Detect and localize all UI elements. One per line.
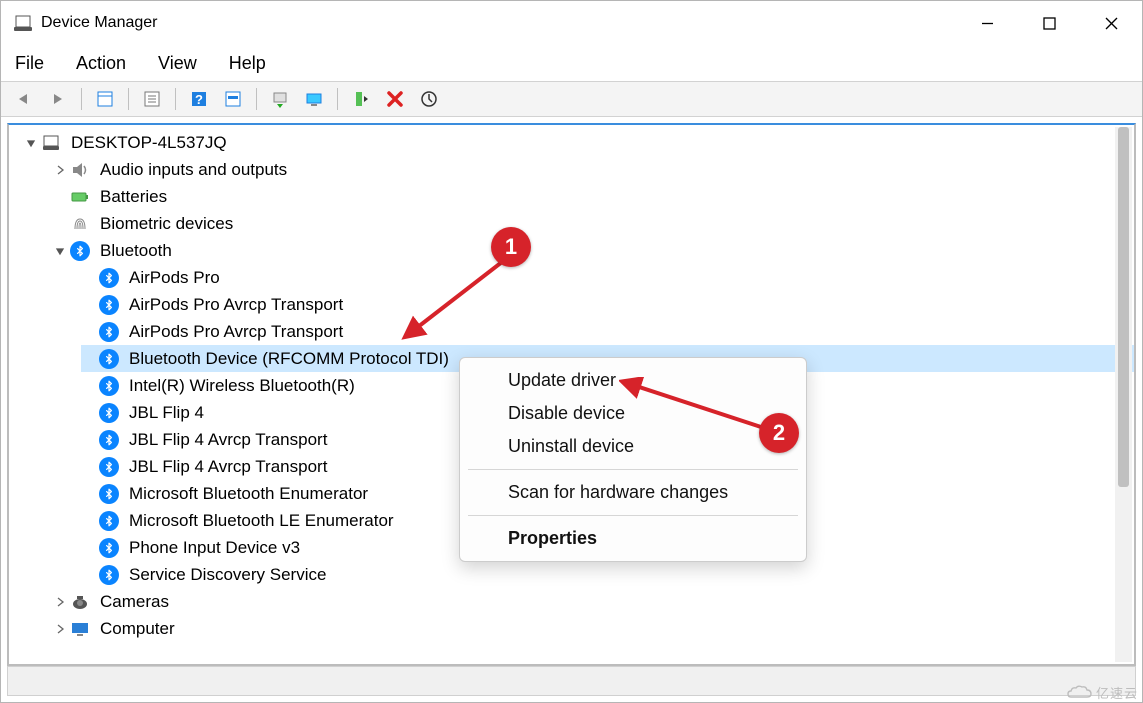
ctx-scan-hardware[interactable]: Scan for hardware changes <box>460 476 806 509</box>
computer-icon <box>41 133 61 153</box>
bluetooth-icon <box>99 322 119 342</box>
device-label: AirPods Pro Avrcp Transport <box>127 318 345 345</box>
camera-icon <box>70 592 90 612</box>
vertical-scrollbar[interactable] <box>1115 127 1132 662</box>
device-label: AirPods Pro Avrcp Transport <box>127 291 345 318</box>
category-audio[interactable]: Audio inputs and outputs <box>52 156 1134 183</box>
watermark: 亿速云 <box>1066 683 1138 702</box>
chevron-down-icon[interactable] <box>23 135 39 151</box>
separator <box>468 469 798 470</box>
device-label: Phone Input Device v3 <box>127 534 302 561</box>
menu-help[interactable]: Help <box>229 45 266 81</box>
window-title: Device Manager <box>41 14 158 32</box>
computer-icon <box>70 619 90 639</box>
category-bluetooth[interactable]: Bluetooth <box>52 237 1134 264</box>
close-button[interactable] <box>1080 1 1142 45</box>
bluetooth-icon <box>70 241 90 261</box>
window-controls <box>956 1 1142 45</box>
scrollbar-thumb[interactable] <box>1118 127 1129 487</box>
bluetooth-icon <box>99 430 119 450</box>
device-label: JBL Flip 4 Avrcp Transport <box>127 426 329 453</box>
ctx-properties[interactable]: Properties <box>460 522 806 555</box>
bluetooth-icon <box>99 511 119 531</box>
chevron-down-icon[interactable] <box>52 243 68 259</box>
category-computer[interactable]: Computer <box>52 615 1134 642</box>
bluetooth-device-item[interactable]: AirPods Pro <box>81 264 1134 291</box>
menu-view[interactable]: View <box>158 45 197 81</box>
chevron-right-icon[interactable] <box>52 594 68 610</box>
bluetooth-icon <box>99 268 119 288</box>
category-biometric[interactable]: Biometric devices <box>52 210 1134 237</box>
titlebar: Device Manager <box>1 1 1142 45</box>
tree-root[interactable]: DESKTOP-4L537JQ <box>23 129 1134 156</box>
bluetooth-device-item[interactable]: AirPods Pro Avrcp Transport <box>81 318 1134 345</box>
annotation-arrow-2 <box>619 377 779 447</box>
category-cameras[interactable]: Cameras <box>52 588 1134 615</box>
annotation-badge-2: 2 <box>759 413 799 453</box>
fingerprint-icon <box>70 214 90 234</box>
device-manager-window: Device Manager File Action View Help ? <box>0 0 1143 703</box>
chevron-right-icon[interactable] <box>52 621 68 637</box>
device-label: Microsoft Bluetooth Enumerator <box>127 480 370 507</box>
device-label: Intel(R) Wireless Bluetooth(R) <box>127 372 357 399</box>
view-button[interactable] <box>218 85 248 113</box>
separator <box>468 515 798 516</box>
bluetooth-device-item[interactable]: AirPods Pro Avrcp Transport <box>81 291 1134 318</box>
help-button[interactable]: ? <box>184 85 214 113</box>
device-label: JBL Flip 4 <box>127 399 206 426</box>
properties-button[interactable] <box>137 85 167 113</box>
scan-button[interactable] <box>414 85 444 113</box>
bluetooth-icon <box>99 538 119 558</box>
device-label: Bluetooth Device (RFCOMM Protocol TDI) <box>127 345 451 372</box>
bluetooth-icon <box>99 403 119 423</box>
app-icon <box>13 13 33 33</box>
bluetooth-icon <box>99 295 119 315</box>
category-batteries[interactable]: Batteries <box>52 183 1134 210</box>
bluetooth-icon <box>99 565 119 585</box>
battery-icon <box>70 187 90 207</box>
root-name-label: DESKTOP-4L537JQ <box>69 129 229 156</box>
menu-action[interactable]: Action <box>76 45 126 81</box>
show-hidden-button[interactable] <box>90 85 120 113</box>
toolbar: ? <box>1 81 1142 117</box>
device-label: Microsoft Bluetooth LE Enumerator <box>127 507 396 534</box>
bluetooth-icon <box>99 349 119 369</box>
chevron-right-icon[interactable] <box>52 162 68 178</box>
menu-file[interactable]: File <box>15 45 44 81</box>
enable-device-button[interactable] <box>346 85 376 113</box>
back-button[interactable] <box>9 85 39 113</box>
bluetooth-device-item[interactable]: Service Discovery Service <box>81 561 1134 588</box>
speaker-icon <box>70 160 90 180</box>
minimize-button[interactable] <box>956 1 1018 45</box>
maximize-button[interactable] <box>1018 1 1080 45</box>
device-label: JBL Flip 4 Avrcp Transport <box>127 453 329 480</box>
bluetooth-icon <box>99 376 119 396</box>
menubar: File Action View Help <box>1 45 1142 81</box>
device-label: AirPods Pro <box>127 264 222 291</box>
bluetooth-icon <box>99 457 119 477</box>
forward-button[interactable] <box>43 85 73 113</box>
scan-hardware-button[interactable] <box>299 85 329 113</box>
bluetooth-icon <box>99 484 119 504</box>
uninstall-device-button[interactable] <box>380 85 410 113</box>
svg-text:?: ? <box>195 92 203 107</box>
statusbar <box>7 666 1136 696</box>
device-label: Service Discovery Service <box>127 561 328 588</box>
update-driver-button[interactable] <box>265 85 295 113</box>
annotation-badge-1: 1 <box>491 227 531 267</box>
